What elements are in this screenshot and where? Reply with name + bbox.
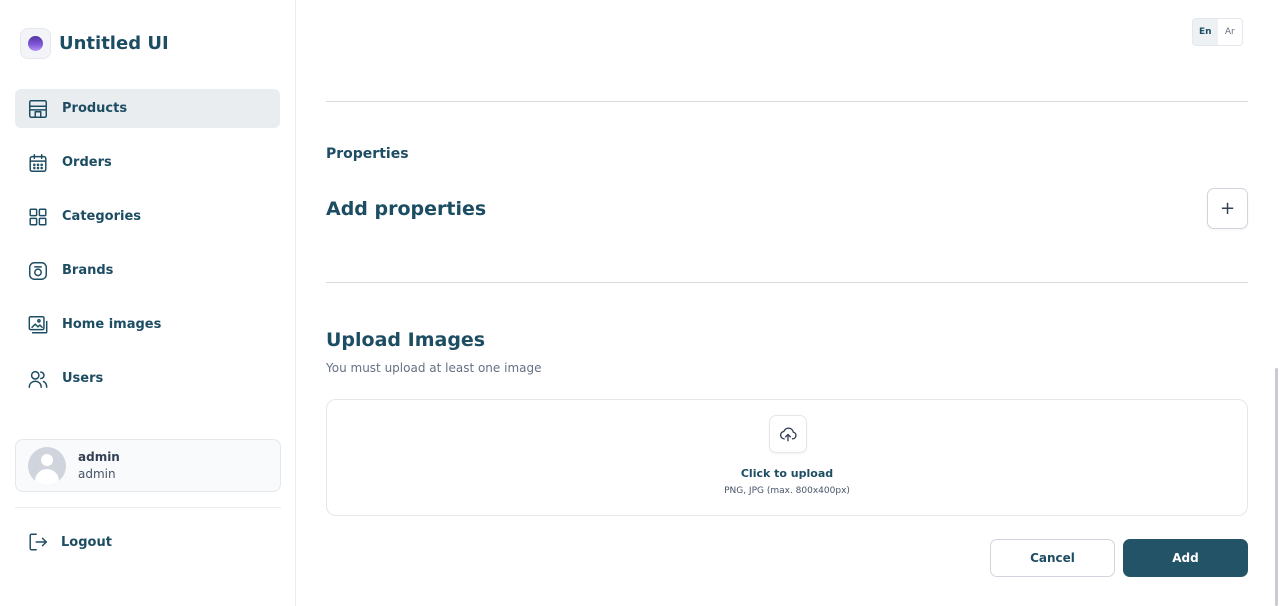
language-switcher: En Ar bbox=[1192, 18, 1243, 46]
users-icon bbox=[28, 370, 48, 388]
brand-logo-icon bbox=[20, 28, 51, 59]
sidebar-item-label: Brands bbox=[62, 263, 114, 278]
upload-cloud-icon bbox=[769, 415, 807, 453]
upload-hint: PNG, JPG (max. 800x400px) bbox=[724, 486, 850, 496]
add-property-button[interactable]: + bbox=[1207, 188, 1248, 229]
sidebar-item-products[interactable]: Products bbox=[15, 89, 280, 128]
images-icon bbox=[28, 315, 48, 334]
brand[interactable]: Untitled UI bbox=[20, 28, 169, 59]
plus-icon: + bbox=[1219, 197, 1236, 219]
properties-section-label: Properties bbox=[326, 146, 409, 162]
sidebar-item-label: Home images bbox=[62, 317, 162, 332]
logout-icon bbox=[29, 533, 47, 551]
sidebar-item-home-images[interactable]: Home images bbox=[15, 305, 280, 344]
sidebar-item-brands[interactable]: Brands bbox=[15, 251, 280, 290]
logout-button[interactable]: Logout bbox=[27, 531, 112, 553]
sidebar: Untitled UI Products Orders Categories B… bbox=[0, 0, 296, 606]
sidebar-item-label: Categories bbox=[62, 209, 142, 224]
click-to-upload-link[interactable]: Click to upload bbox=[327, 467, 1247, 480]
brand-name: Untitled UI bbox=[59, 33, 169, 54]
sidebar-item-label: Products bbox=[62, 101, 128, 116]
language-option-ar[interactable]: Ar bbox=[1218, 19, 1243, 45]
user-card[interactable]: admin admin bbox=[15, 439, 281, 492]
upload-images-title: Upload Images bbox=[326, 329, 486, 351]
language-option-en[interactable]: En bbox=[1193, 19, 1218, 45]
image-upload-dropzone[interactable]: Click to upload PNG, JPG (max. 800x400px… bbox=[326, 399, 1248, 516]
grid-icon bbox=[29, 207, 47, 226]
upload-images-subtitle: You must upload at least one image bbox=[326, 361, 542, 375]
divider bbox=[15, 507, 281, 508]
sidebar-item-categories[interactable]: Categories bbox=[15, 197, 280, 236]
store-icon bbox=[29, 99, 47, 118]
sidebar-item-users[interactable]: Users bbox=[15, 359, 280, 398]
brand-icon bbox=[29, 261, 47, 280]
logout-label: Logout bbox=[61, 534, 112, 550]
scrollbar[interactable] bbox=[1275, 368, 1278, 606]
add-button[interactable]: Add bbox=[1123, 539, 1248, 577]
cancel-button[interactable]: Cancel bbox=[990, 539, 1115, 577]
sidebar-item-label: Users bbox=[62, 371, 104, 386]
sidebar-item-orders[interactable]: Orders bbox=[15, 143, 280, 182]
user-name: admin bbox=[78, 449, 120, 464]
sidebar-nav: Products Orders Categories Brands Home i… bbox=[15, 89, 280, 413]
sidebar-item-label: Orders bbox=[62, 155, 112, 170]
section-divider bbox=[326, 282, 1248, 283]
add-properties-title: Add properties bbox=[326, 198, 487, 220]
user-role: admin bbox=[78, 466, 116, 481]
section-divider bbox=[326, 101, 1248, 102]
avatar bbox=[28, 446, 66, 485]
calendar-icon bbox=[29, 153, 47, 172]
